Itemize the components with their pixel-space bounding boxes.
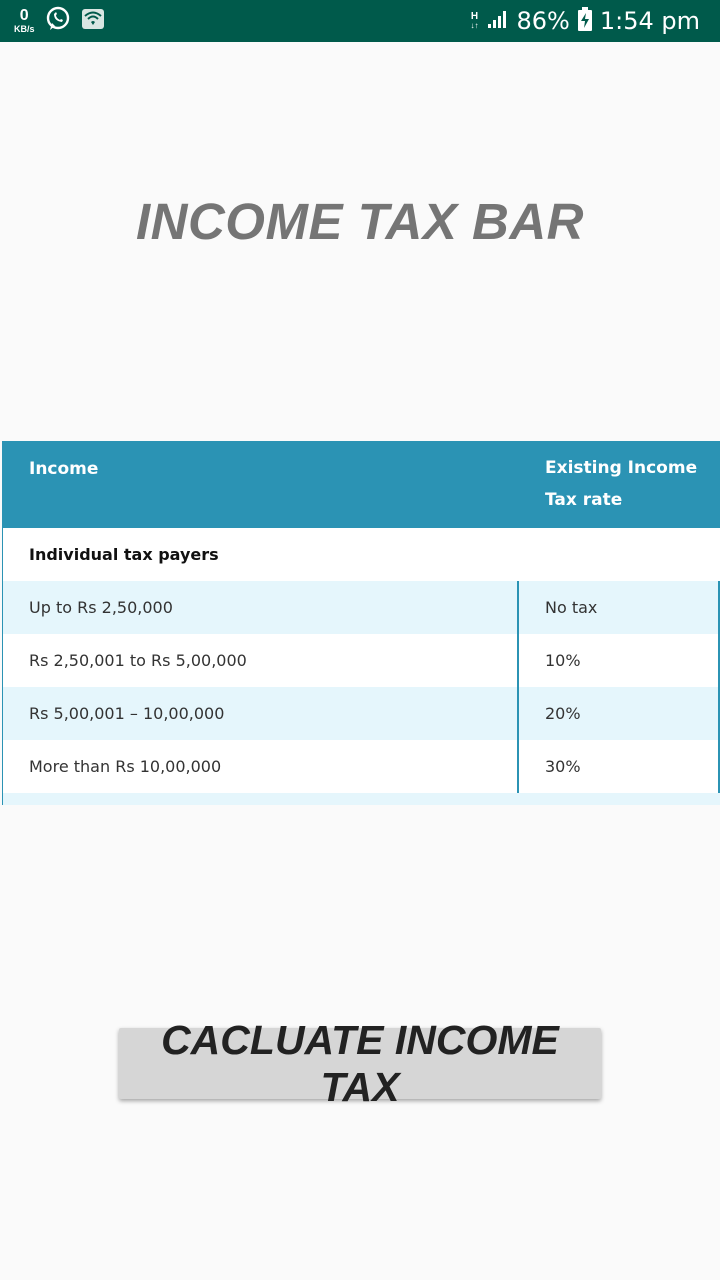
battery-charging-icon [577, 6, 592, 36]
rate-cell: No tax [545, 598, 598, 617]
table-row: Rs 2,50,001 to Rs 5,00,000 10% [2, 634, 720, 687]
rate-cell: 10% [545, 651, 581, 670]
table-left-border [2, 528, 3, 805]
table-bottom-strip [2, 793, 720, 805]
header-income: Income [29, 459, 99, 479]
header-rate: Existing Income Tax rate [545, 458, 698, 510]
tax-rate-table: Income Existing Income Tax rate Individu… [2, 441, 720, 805]
wifi-box-icon [81, 8, 105, 35]
whatsapp-icon [45, 6, 71, 37]
income-cell: Rs 5,00,001 – 10,00,000 [29, 704, 225, 723]
page-title: INCOME TAX BAR [135, 193, 585, 250]
network-speed: 0 KB/s [14, 8, 35, 34]
network-speed-value: 0 [19, 7, 29, 24]
table-row: Up to Rs 2,50,000 No tax [2, 581, 720, 634]
rate-cell: 20% [545, 704, 581, 723]
network-speed-unit: KB/s [14, 24, 35, 34]
rate-cell: 30% [545, 757, 581, 776]
calculate-income-tax-button[interactable]: CACLUATE INCOME TAX [119, 1017, 601, 1110]
income-cell: Up to Rs 2,50,000 [29, 598, 173, 617]
status-right: H ↓↑ 86% 1:54 pm [471, 0, 700, 42]
income-cell: More than Rs 10,00,000 [29, 757, 222, 776]
table-header: Income Existing Income Tax rate [2, 441, 720, 528]
table-row: More than Rs 10,00,000 30% [2, 740, 720, 793]
table-row: Rs 5,00,001 – 10,00,000 20% [2, 687, 720, 740]
data-arrows-icon: ↓↑ [470, 21, 479, 30]
status-bar: 0 KB/s H ↓↑ 86% 1:54 pm [0, 0, 720, 42]
column-divider [517, 581, 519, 793]
signal-icon [487, 9, 509, 34]
group-label: Individual tax payers [29, 545, 219, 564]
battery-percent: 86% [516, 7, 570, 35]
income-cell: Rs 2,50,001 to Rs 5,00,000 [29, 651, 247, 670]
table-group-row: Individual tax payers [2, 528, 720, 581]
clock: 1:54 pm [599, 7, 700, 35]
status-left: 0 KB/s [14, 0, 105, 42]
network-type-indicator: H ↓↑ [471, 12, 479, 30]
